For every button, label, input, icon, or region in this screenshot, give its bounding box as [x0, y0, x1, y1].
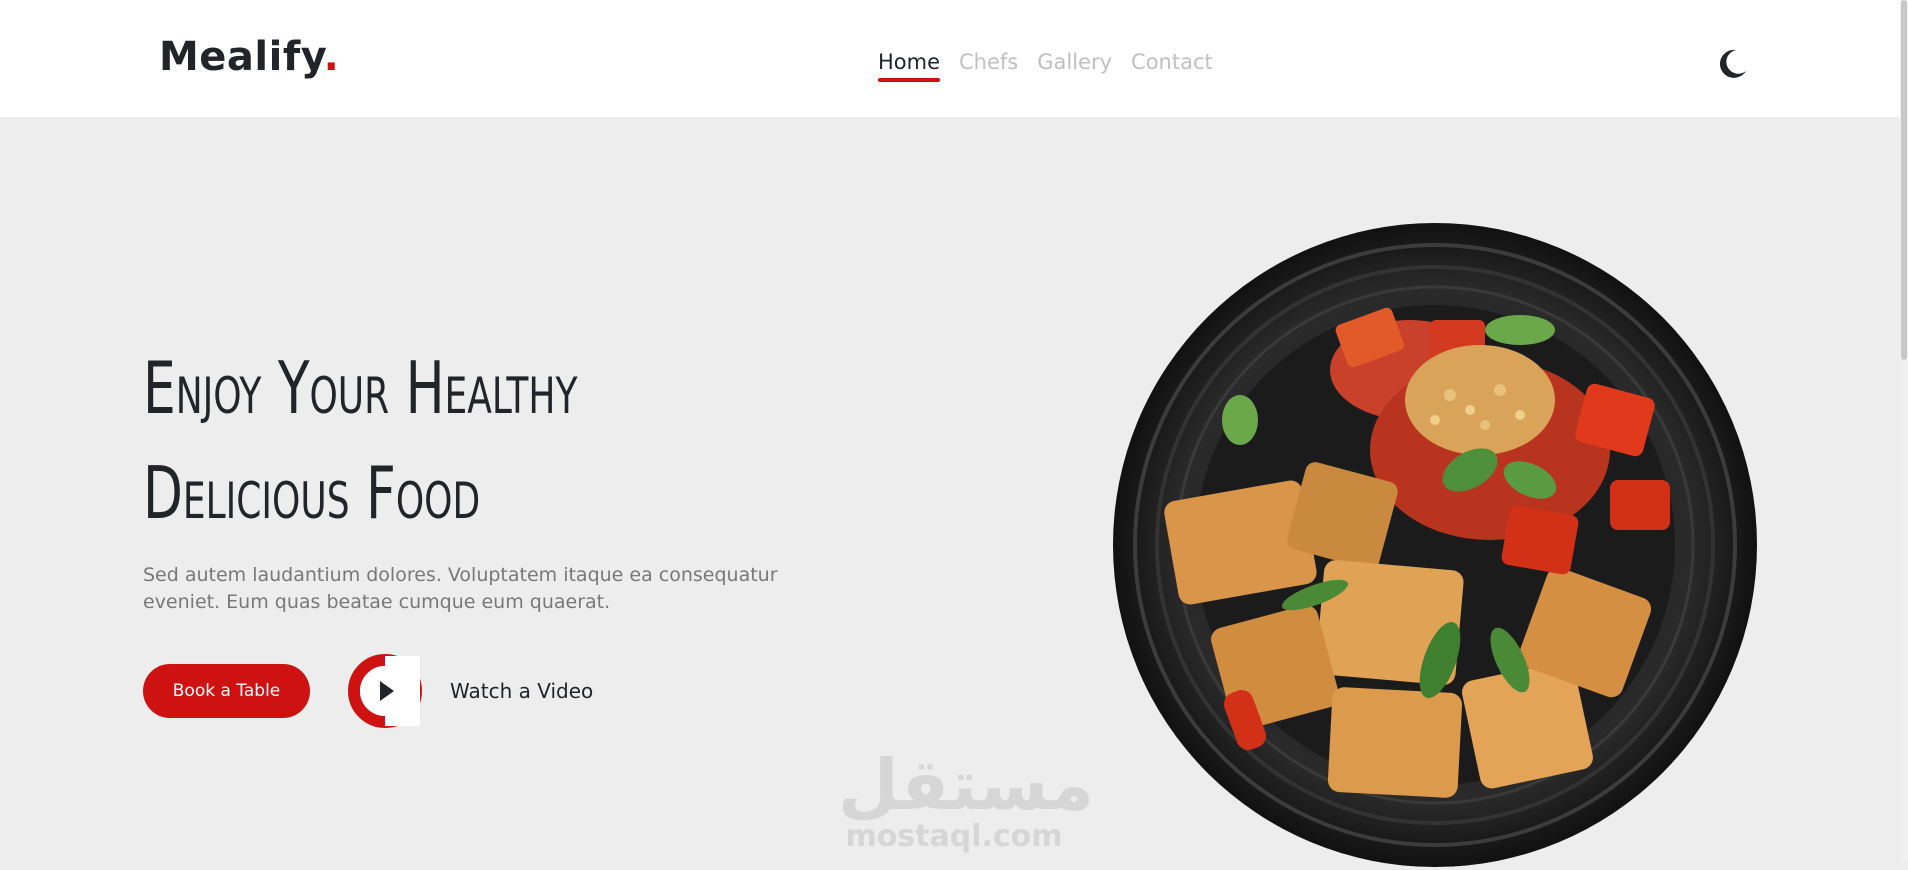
moon-icon: [1719, 49, 1746, 78]
hero-title-line-2: Delicious Food: [143, 451, 481, 535]
watch-video-link[interactable]: Watch a Video: [346, 652, 593, 730]
logo-text: Mealify: [159, 34, 324, 80]
theme-toggle-button[interactable]: [1712, 44, 1752, 84]
watermark: مستقل mostaql.com: [838, 744, 1095, 854]
main-nav: Home Chefs Gallery Contact: [878, 50, 1213, 82]
logo-dot: .: [323, 34, 340, 80]
scrollbar-thumb[interactable]: [1901, 0, 1907, 360]
nav-gallery[interactable]: Gallery: [1037, 50, 1112, 80]
nav-contact[interactable]: Contact: [1131, 50, 1213, 80]
play-icon[interactable]: [346, 652, 424, 730]
watermark-latin: mostaql.com: [845, 819, 1063, 854]
site-logo[interactable]: Mealify.: [159, 34, 339, 80]
book-table-button[interactable]: Book a Table: [143, 664, 310, 718]
watch-video-label: Watch a Video: [450, 679, 594, 703]
hero-title: Enjoy Your Healthy Delicious Food: [143, 336, 703, 546]
watermark-arabic: مستقل: [838, 744, 1095, 826]
scrollbar[interactable]: [1900, 0, 1908, 862]
nav-home[interactable]: Home: [878, 50, 941, 82]
site-header: Mealify. Home Chefs Gallery Contact: [0, 0, 1900, 117]
nav-chefs[interactable]: Chefs: [959, 50, 1018, 80]
hero-title-line-1: Enjoy Your Healthy: [143, 346, 578, 430]
hero-description: Sed autem laudantium dolores. Voluptatem…: [143, 564, 778, 613]
food-plate-image: [1113, 223, 1757, 867]
